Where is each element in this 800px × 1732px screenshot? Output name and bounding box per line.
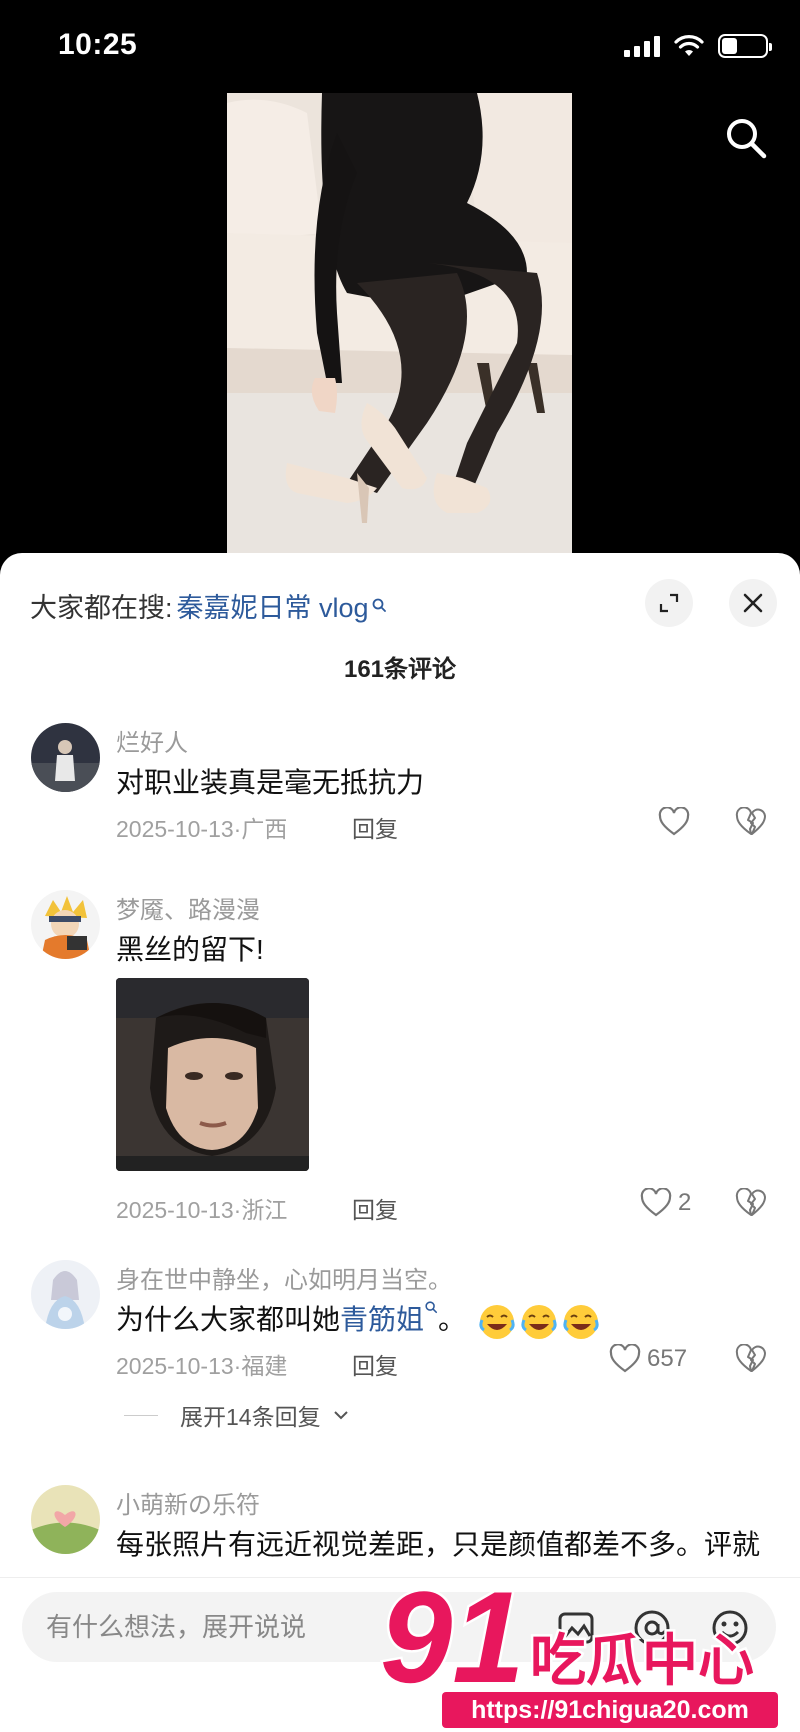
broken-heart-icon [735, 806, 766, 835]
like-count: 2 [678, 1189, 692, 1216]
comment-date: 2025-10-13 [116, 816, 234, 842]
comment-text-part: 为什么大家都叫她 [116, 1304, 341, 1335]
comment-username[interactable]: 烂好人 [116, 723, 188, 758]
search-small-icon [372, 598, 386, 612]
comment-meta: 2025-10-13·福建 [116, 1353, 288, 1379]
mention-icon[interactable] [632, 1608, 672, 1648]
like-button[interactable]: 657 [609, 1344, 687, 1374]
search-small-icon [425, 1301, 438, 1314]
comment-text: 对职业装真是毫无抵抗力 [116, 767, 425, 798]
avatar[interactable] [31, 1485, 100, 1554]
broken-heart-icon [735, 1187, 766, 1216]
comment-text: 为什么大家都叫她青筋姐。 [116, 1298, 600, 1341]
comment-text: 黑丝的留下! [116, 934, 264, 965]
comment-username[interactable]: 小萌新の乐符 [116, 1485, 260, 1520]
expand-icon [659, 593, 679, 613]
comment-sticker-image[interactable] [116, 978, 309, 1171]
heart-icon [640, 1188, 672, 1217]
close-icon [743, 593, 763, 613]
comment-item: 小萌新の乐符 每张照片有远近视觉差距，只是颜值都差不多。评就 [0, 1485, 800, 1585]
broken-heart-icon [735, 1343, 766, 1372]
comment-text-part: 。 [438, 1304, 467, 1335]
comment-location: 福建 [241, 1353, 288, 1379]
comment-sheet: 大家都在搜: 秦嘉妮日常 vlog 161条评论 烂好人 对职业装真是毫无抵抗力… [0, 553, 800, 1732]
like-count: 657 [647, 1345, 688, 1372]
emoji-icon[interactable] [710, 1608, 750, 1648]
heart-icon [609, 1344, 641, 1373]
hot-search-keyword[interactable]: 秦嘉妮日常 vlog [177, 586, 369, 625]
like-button[interactable] [658, 807, 696, 837]
comment-meta: 2025-10-13·广西 [116, 816, 288, 842]
comment-meta: 2025-10-13·浙江 [116, 1197, 288, 1223]
comment-date: 2025-10-13 [116, 1353, 234, 1379]
reply-button[interactable]: 回复 [352, 1347, 398, 1381]
dislike-button[interactable] [735, 1343, 767, 1379]
video-thumbnail [227, 93, 572, 558]
hot-search-label: 大家都在搜: [30, 593, 173, 623]
search-icon [727, 119, 767, 159]
dislike-button[interactable] [735, 806, 767, 842]
comment-item: 梦魇、路漫漫 黑丝的留下! 2025-10-13·浙江 回复 2 [0, 890, 800, 1223]
heart-icon [658, 807, 690, 836]
sheet-header: 大家都在搜: 秦嘉妮日常 vlog 161条评论 [0, 553, 800, 683]
avatar[interactable] [31, 1260, 100, 1329]
video-frame[interactable] [227, 93, 572, 558]
expand-replies-button[interactable]: 展开14条回复 [124, 1398, 349, 1432]
comment-date: 2025-10-13 [116, 1197, 234, 1223]
expand-replies-label: 展开14条回复 [180, 1404, 321, 1430]
like-button[interactable]: 2 [640, 1188, 691, 1218]
laugh-cry-emoji-icon [521, 1304, 557, 1339]
comment-username[interactable]: 身在世中静坐，心如明月当空。 [116, 1260, 452, 1295]
reply-button[interactable]: 回复 [352, 1191, 398, 1225]
comment-keyword-link[interactable]: 青筋姐 [340, 1304, 424, 1335]
comment-count: 161条评论 [343, 656, 457, 683]
chevron-down-icon [333, 1411, 348, 1420]
divider [124, 1414, 158, 1416]
comment-item: 烂好人 对职业装真是毫无抵抗力 2025-10-13·广西 回复 [0, 723, 800, 863]
comment-username[interactable]: 梦魇、路漫漫 [116, 890, 260, 925]
comment-location: 广西 [241, 816, 288, 842]
laugh-cry-emoji-icon [479, 1304, 515, 1339]
comment-input-bar [0, 1577, 800, 1732]
search-button[interactable] [720, 112, 772, 164]
comment-text: 每张照片有远近视觉差距，只是颜值都差不多。评就 [116, 1529, 761, 1560]
comment-location: 浙江 [241, 1197, 288, 1223]
hot-search: 大家都在搜: 秦嘉妮日常 vlog [30, 586, 387, 625]
comment-item: 身在世中静坐，心如明月当空。 为什么大家都叫她青筋姐。 2025-10-13·福… [0, 1260, 800, 1470]
dislike-button[interactable] [735, 1187, 767, 1223]
close-button[interactable] [729, 579, 777, 627]
avatar[interactable] [31, 723, 100, 792]
laugh-cry-emoji-icon [563, 1304, 599, 1339]
image-picker-icon[interactable] [556, 1608, 596, 1648]
video-area[interactable] [0, 0, 800, 560]
fullscreen-button[interactable] [645, 579, 693, 627]
avatar[interactable] [31, 890, 100, 959]
reply-button[interactable]: 回复 [352, 810, 398, 844]
